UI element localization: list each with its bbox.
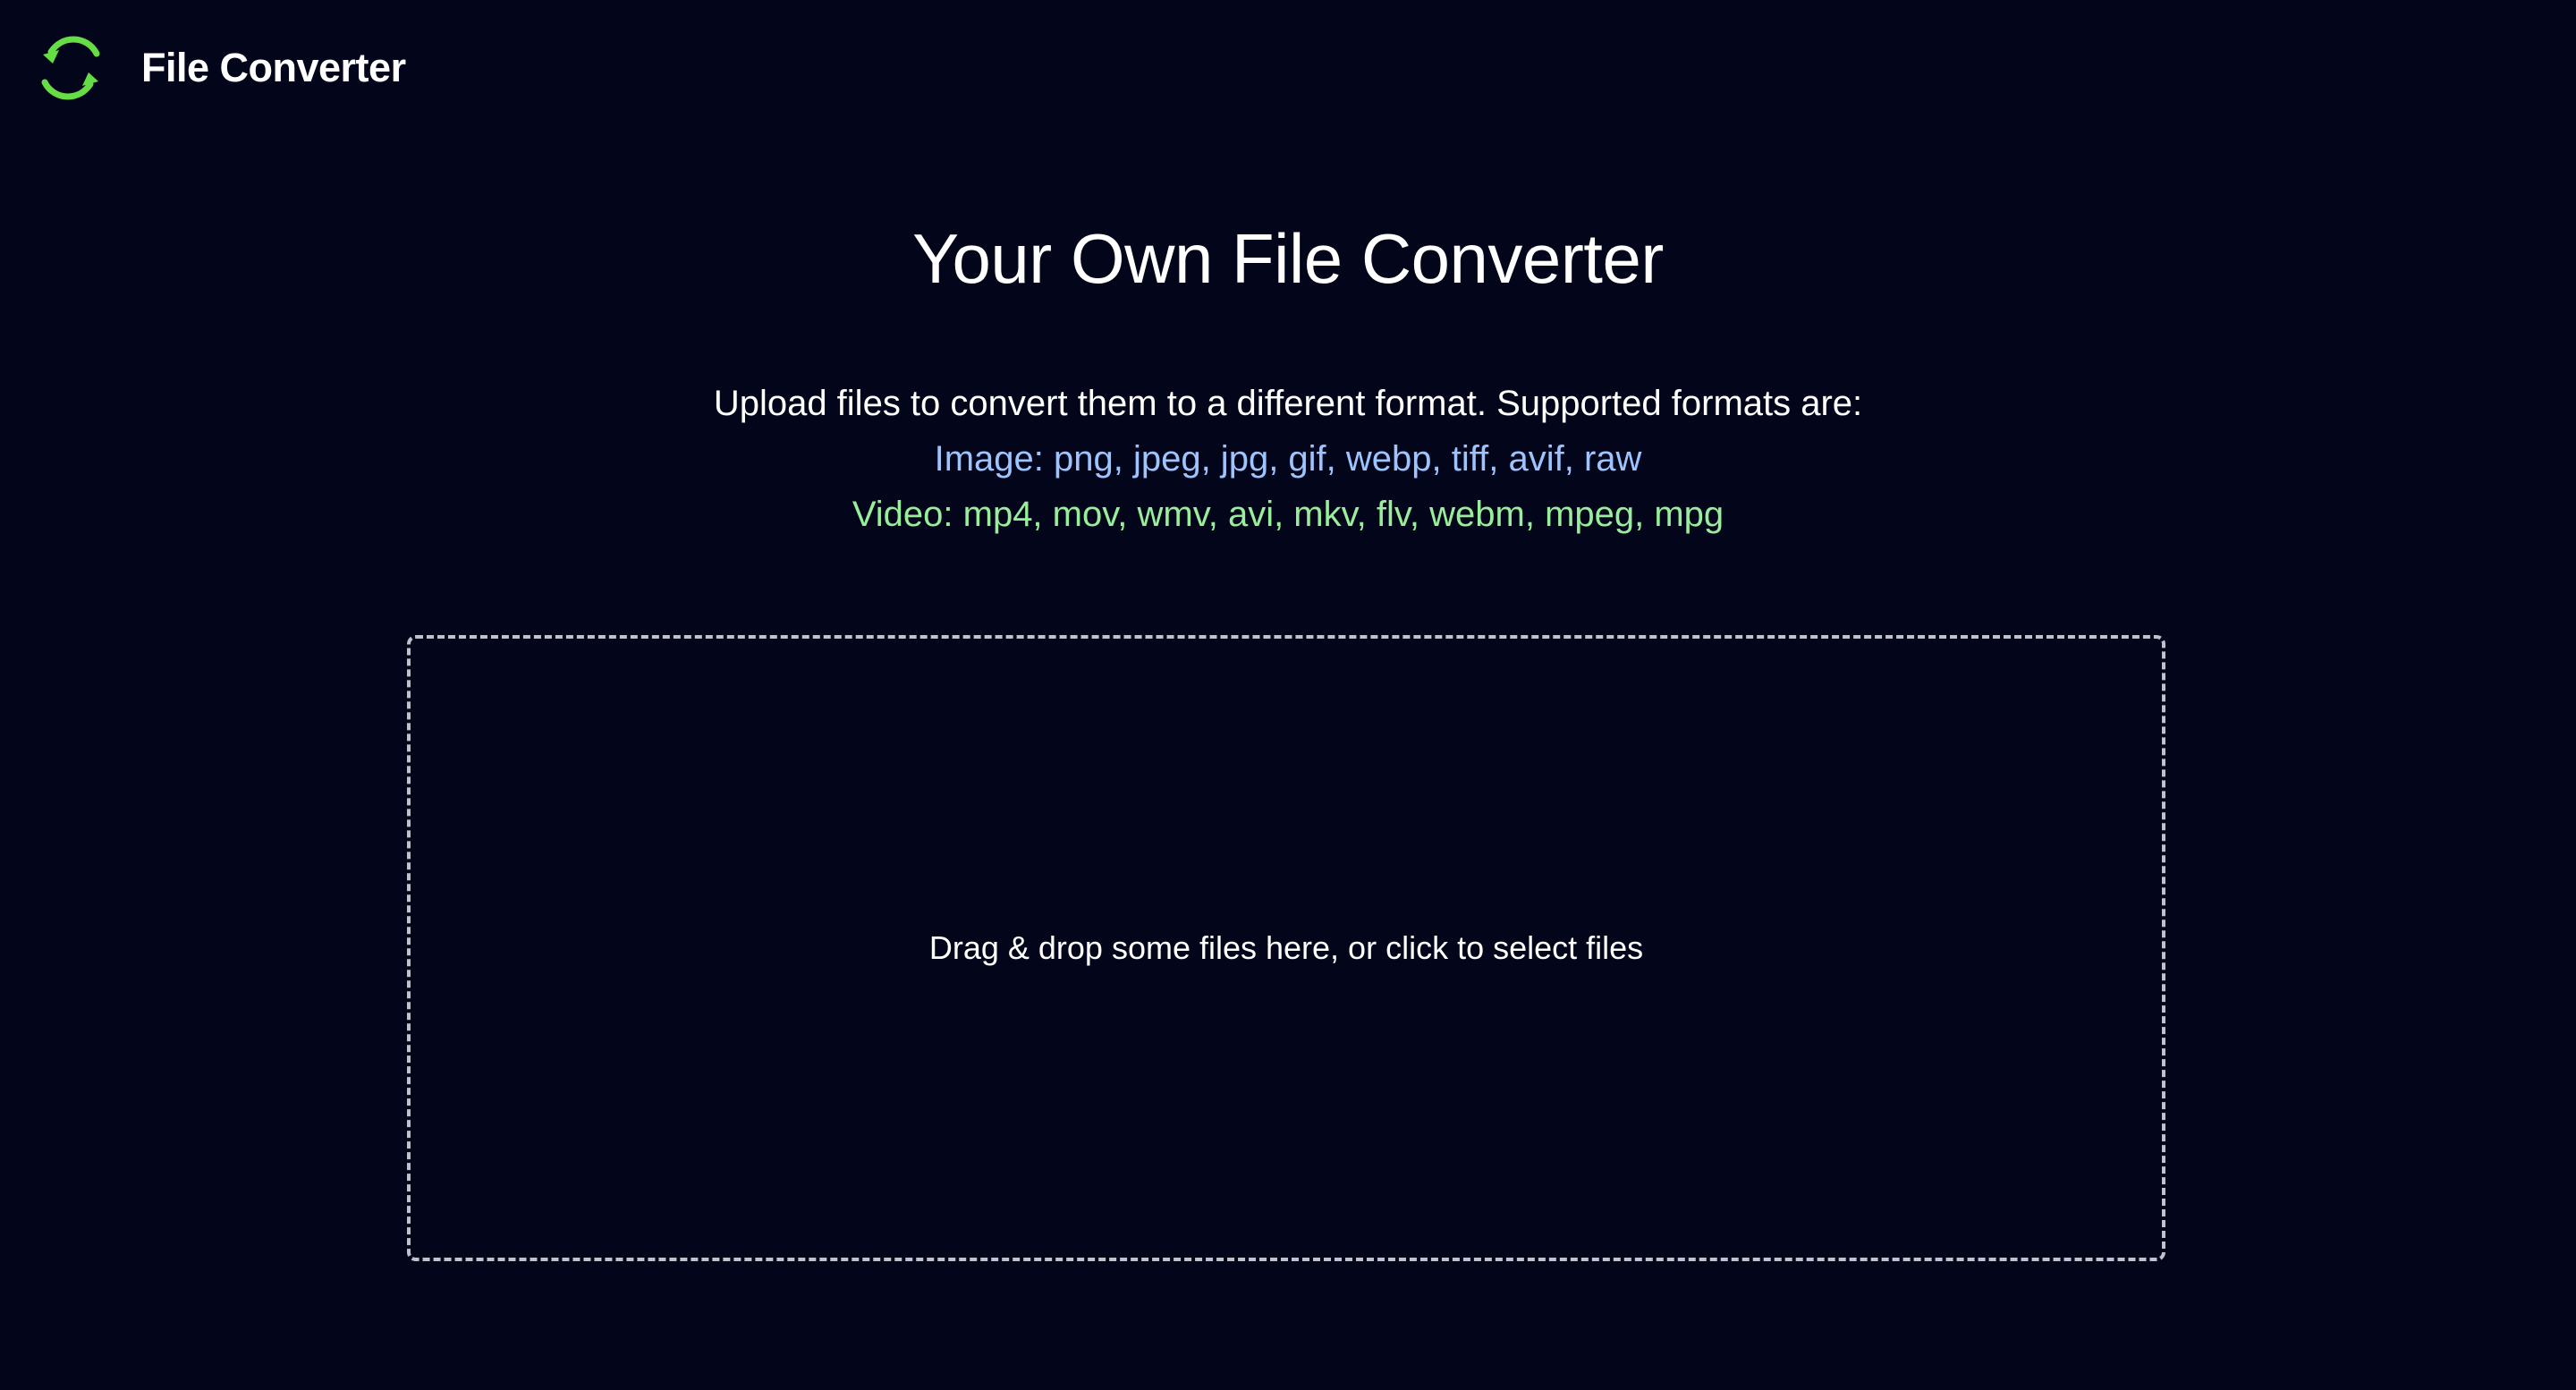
app-brand[interactable]: File Converter bbox=[141, 41, 406, 95]
upload-intro-text: Upload files to convert them to a differ… bbox=[713, 384, 1863, 423]
file-dropzone[interactable]: Drag & drop some files here, or click to… bbox=[407, 635, 2165, 1261]
app-header: File Converter bbox=[0, 0, 2576, 134]
page-title: Your Own File Converter bbox=[912, 219, 1664, 298]
supported-formats-description: Upload files to convert them to a differ… bbox=[0, 376, 2576, 542]
video-formats-text: Video: mp4, mov, wmv, avi, mkv, flv, web… bbox=[852, 495, 1724, 534]
image-formats-text: Image: png, jpeg, jpg, gif, webp, tiff, … bbox=[934, 439, 1642, 479]
refresh-arrows-icon[interactable] bbox=[34, 32, 107, 104]
dropzone-label: Drag & drop some files here, or click to… bbox=[928, 929, 1644, 966]
